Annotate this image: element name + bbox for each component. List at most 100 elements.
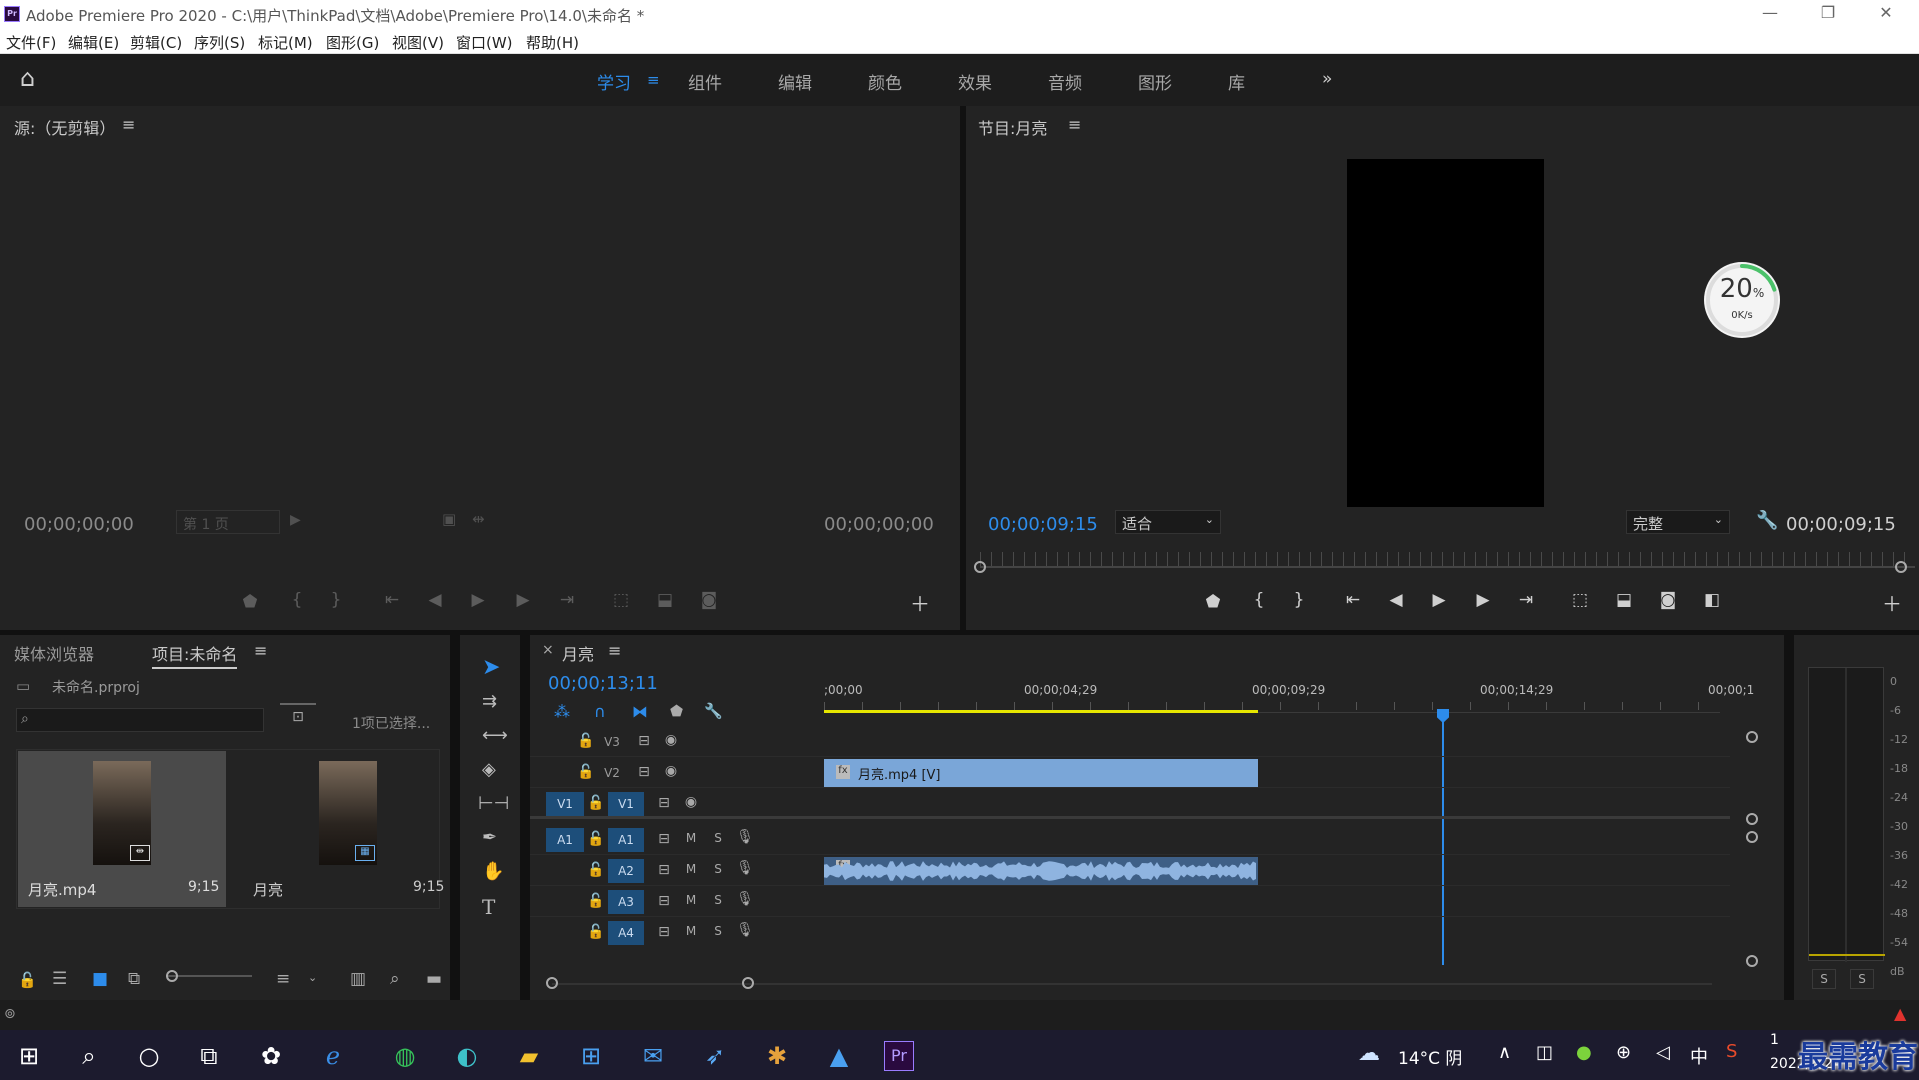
panel-divider[interactable] bbox=[1784, 635, 1794, 1000]
sync-lock-icon[interactable]: ⊟ bbox=[654, 831, 674, 847]
source-go-to-out-icon[interactable]: ⇥ bbox=[552, 590, 582, 610]
source-page-next-icon[interactable]: ▶ bbox=[290, 512, 301, 528]
track-label-v2[interactable]: V2 bbox=[594, 761, 630, 785]
solo-right-button[interactable]: S bbox=[1850, 969, 1874, 989]
source-mark-in-icon[interactable]: { bbox=[282, 590, 312, 610]
menu-sequence[interactable]: 序列(S) bbox=[194, 32, 245, 53]
timeline-horizontal-scrollbar[interactable] bbox=[552, 983, 1712, 985]
program-mark-out-icon[interactable]: } bbox=[1284, 590, 1314, 610]
premiere-taskbar-icon[interactable]: Pr bbox=[884, 1041, 914, 1071]
program-quality-dropdown[interactable]: 完整 ⌄ bbox=[1626, 510, 1730, 534]
timeline-timecode[interactable]: 00;00;13;11 bbox=[548, 673, 658, 694]
windows-start-icon[interactable]: ⊞ bbox=[12, 1039, 46, 1073]
photos-app-icon[interactable]: ▲ bbox=[822, 1039, 856, 1073]
cortana-icon[interactable]: ○ bbox=[132, 1039, 166, 1073]
video-clip[interactable]: fx 月亮.mp4 [V] bbox=[824, 759, 1258, 787]
type-tool-icon[interactable]: T bbox=[482, 895, 495, 919]
add-marker-icon[interactable]: ⬟ bbox=[670, 702, 683, 720]
program-add-marker-icon[interactable]: ⬟ bbox=[1198, 592, 1228, 612]
program-settings-wrench-icon[interactable]: 🔧 bbox=[1756, 510, 1778, 531]
workspace-tab-editing[interactable]: 编辑 bbox=[778, 69, 812, 94]
program-scrubber-ruler[interactable] bbox=[980, 552, 1915, 566]
menu-window[interactable]: 窗口(W) bbox=[456, 32, 513, 53]
mute-button[interactable]: M bbox=[681, 893, 701, 907]
track-label-a1[interactable]: A1 bbox=[608, 828, 644, 852]
source-export-frame-icon[interactable]: ◙ bbox=[694, 590, 724, 610]
work-area-bar[interactable] bbox=[824, 710, 1258, 713]
project-search-input[interactable]: ⌕ bbox=[16, 708, 264, 732]
microphone-icon[interactable]: 🎙 bbox=[735, 891, 755, 907]
workspace-tab-effects[interactable]: 效果 bbox=[958, 69, 992, 94]
mute-button[interactable]: M bbox=[681, 862, 701, 876]
workspace-tab-graphics[interactable]: 图形 bbox=[1138, 69, 1172, 94]
program-zoom-dropdown[interactable]: 适合 ⌄ bbox=[1115, 510, 1221, 534]
program-step-forward-icon[interactable]: ▶ bbox=[1468, 590, 1498, 610]
find-icon[interactable]: ⌕ bbox=[390, 969, 400, 989]
source-page-dropdown[interactable]: 第 1 页 bbox=[176, 510, 280, 534]
menu-file[interactable]: 文件(F) bbox=[6, 32, 56, 53]
sequence-tab-title[interactable]: 月亮 bbox=[562, 641, 594, 665]
track-label-a2[interactable]: A2 bbox=[608, 859, 644, 883]
close-sequence-tab-icon[interactable]: × bbox=[542, 642, 554, 658]
sync-lock-icon[interactable]: ⊟ bbox=[654, 893, 674, 909]
eye-icon[interactable]: ◉ bbox=[661, 763, 681, 779]
restore-button[interactable]: ❐ bbox=[1808, 3, 1848, 25]
project-panel-menu-icon[interactable]: ≡ bbox=[254, 641, 267, 660]
workspace-tab-color[interactable]: 颜色 bbox=[868, 69, 902, 94]
panel-divider[interactable] bbox=[520, 635, 530, 1000]
browser-360-icon[interactable]: ◍ bbox=[388, 1039, 422, 1073]
menu-clip[interactable]: 剪辑(C) bbox=[130, 32, 182, 53]
microphone-icon[interactable]: 🎙 bbox=[735, 922, 755, 938]
linked-selection-icon[interactable]: ⧓ bbox=[632, 702, 648, 721]
sync-lock-icon[interactable]: ⊟ bbox=[634, 733, 654, 749]
sync-lock-icon[interactable]: ⊟ bbox=[654, 924, 674, 940]
sogou-ime-icon[interactable]: S bbox=[1726, 1041, 1737, 1062]
weather-text[interactable]: 14°C 阴 bbox=[1398, 1044, 1462, 1069]
microphone-icon[interactable]: 🎙 bbox=[735, 860, 755, 876]
program-scrubber-start-handle[interactable] bbox=[974, 561, 986, 573]
source-insert-button-icon[interactable]: ⬚ bbox=[606, 590, 636, 610]
program-play-icon[interactable]: ▶ bbox=[1424, 590, 1454, 610]
program-export-frame-icon[interactable]: ◙ bbox=[1653, 590, 1683, 610]
program-scrubber-end-handle[interactable] bbox=[1895, 561, 1907, 573]
source-step-forward-icon[interactable]: ▶ bbox=[508, 590, 538, 610]
network-globe-icon[interactable]: ⊕ bbox=[1616, 1042, 1631, 1063]
task-view-icon[interactable]: ⧉ bbox=[192, 1039, 226, 1073]
tab-project[interactable]: 项目:未命名 bbox=[152, 641, 238, 669]
lock-icon[interactable]: 🔓 bbox=[18, 971, 37, 989]
lock-icon[interactable]: 🔓 bbox=[576, 764, 596, 780]
program-go-to-in-icon[interactable]: ⇤ bbox=[1338, 590, 1368, 610]
program-playhead-timecode[interactable]: 00;00;09;15 bbox=[988, 514, 1098, 535]
lock-icon[interactable]: 🔓 bbox=[586, 924, 606, 940]
video-scroll-handle-bottom[interactable] bbox=[1746, 813, 1758, 825]
audio-scroll-handle-bottom[interactable] bbox=[1746, 955, 1758, 967]
workspace-overflow-icon[interactable]: » bbox=[1322, 69, 1332, 89]
feishu-icon[interactable]: ➶ bbox=[698, 1039, 732, 1073]
tray-chevron-up-icon[interactable]: ∧ bbox=[1498, 1042, 1511, 1063]
program-panel-menu-icon[interactable]: ≡ bbox=[1068, 115, 1081, 134]
track-label-v1[interactable]: V1 bbox=[608, 792, 644, 816]
source-step-back-icon[interactable]: ◀ bbox=[420, 590, 450, 610]
sync-lock-icon[interactable]: ⊟ bbox=[654, 862, 674, 878]
program-mark-in-icon[interactable]: { bbox=[1244, 590, 1274, 610]
project-item-selected[interactable]: ⇹ 月亮.mp4 9;15 bbox=[18, 751, 226, 907]
new-search-bin-icon[interactable]: ⊡ bbox=[280, 703, 316, 731]
close-window-button[interactable]: ✕ bbox=[1866, 3, 1906, 25]
track-label-a4[interactable]: A4 bbox=[608, 921, 644, 945]
menu-marker[interactable]: 标记(M) bbox=[258, 32, 313, 53]
selection-tool-icon[interactable]: ➤ bbox=[482, 655, 500, 680]
track-label-a3[interactable]: A3 bbox=[608, 890, 644, 914]
list-view-icon[interactable]: ☰ bbox=[52, 969, 67, 989]
solo-button[interactable]: S bbox=[708, 862, 728, 876]
program-scrubber-track[interactable] bbox=[980, 566, 1915, 568]
timeline-menu-icon[interactable]: ≡ bbox=[608, 641, 621, 660]
eye-icon[interactable]: ◉ bbox=[661, 732, 681, 748]
file-explorer-icon[interactable]: ▰ bbox=[512, 1039, 546, 1073]
icon-view-icon[interactable]: ■ bbox=[92, 969, 108, 989]
workspace-tab-learn[interactable]: 学习 bbox=[597, 69, 631, 94]
sort-icon[interactable]: ≡ bbox=[276, 969, 290, 989]
workspace-tab-audio[interactable]: 音频 bbox=[1048, 69, 1082, 94]
source-overwrite-icon[interactable]: ⬓ bbox=[650, 590, 680, 610]
tray-app-icon[interactable]: ◫ bbox=[1536, 1042, 1553, 1063]
zoom-slider[interactable] bbox=[166, 975, 252, 977]
